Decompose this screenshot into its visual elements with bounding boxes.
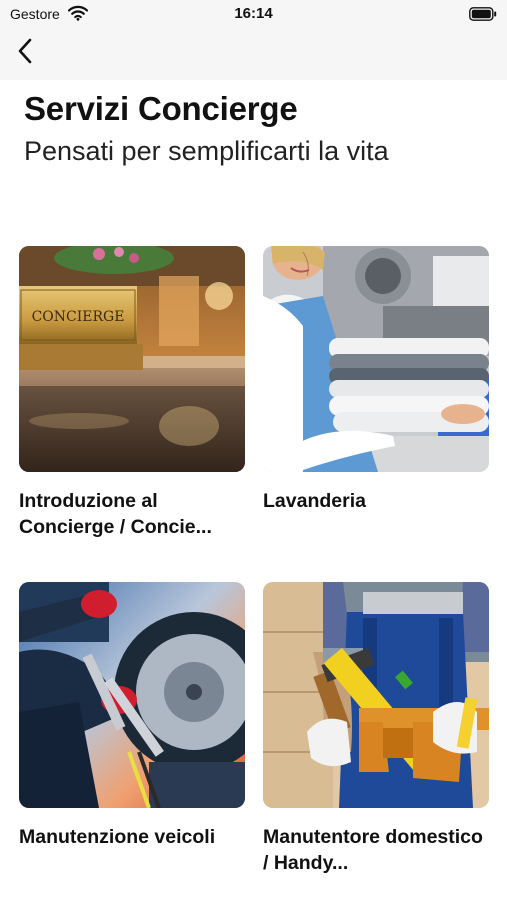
laundry-towels-photo	[263, 246, 489, 472]
status-bar: Gestore 16:14	[0, 0, 507, 28]
navigation-bar	[0, 28, 507, 80]
service-card-laundry[interactable]: Lavanderia	[263, 246, 489, 514]
page-title: Servizi Concierge	[24, 90, 298, 127]
service-card-concierge[interactable]: CONCIERGE Introduzione al Concierge / Co…	[19, 246, 245, 540]
page-subtitle: Pensati per semplificarti la vita	[24, 136, 389, 166]
service-card-label: Manutentore domestico / Handy...	[263, 826, 483, 874]
service-card-label: Manutenzione veicoli	[19, 826, 216, 848]
status-time: 16:14	[234, 5, 273, 22]
vehicle-maintenance-photo	[19, 582, 245, 808]
service-card-vehicle-maintenance[interactable]: Manutenzione veicoli	[19, 582, 245, 850]
handyman-tools-photo	[263, 582, 489, 808]
battery-icon	[469, 7, 497, 26]
service-card-handyman[interactable]: Manutentore domestico / Handy...	[263, 582, 489, 876]
service-card-label: Introduzione al Concierge / Concie...	[19, 490, 212, 538]
back-button[interactable]	[10, 38, 40, 68]
service-card-label: Lavanderia	[263, 490, 366, 512]
chevron-left-icon	[17, 38, 33, 69]
concierge-desk-photo: CONCIERGE	[19, 246, 245, 472]
svg-text:CONCIERGE: CONCIERGE	[32, 309, 125, 325]
